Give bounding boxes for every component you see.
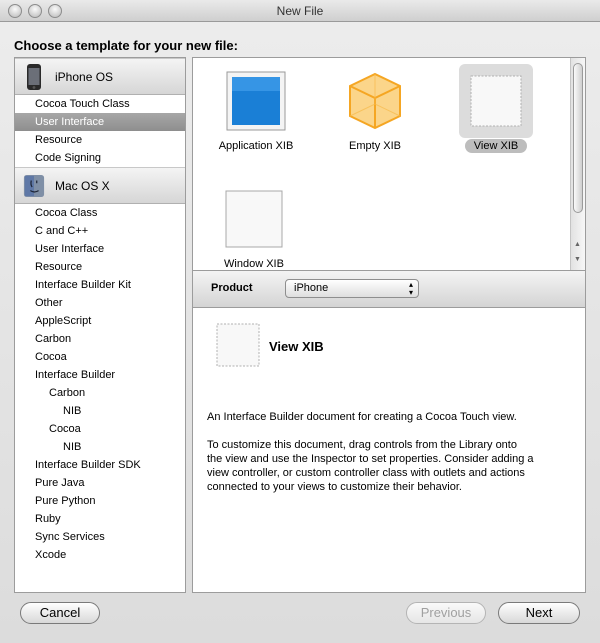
list-item[interactable]: Carbon bbox=[15, 384, 185, 402]
description-title: View XIB bbox=[269, 339, 324, 354]
tile-label-text: View XIB bbox=[464, 139, 528, 153]
description-line: view controller, or custom controller cl… bbox=[207, 467, 525, 479]
list-item[interactable]: C and C++ bbox=[15, 222, 185, 240]
window-body: Choose a template for your new file: iPh… bbox=[0, 22, 600, 643]
group-iphone-os[interactable]: iPhone OS bbox=[15, 58, 185, 95]
cancel-button[interactable]: Cancel bbox=[20, 602, 100, 624]
scroll-up-arrow-icon[interactable]: ▲ bbox=[574, 241, 581, 248]
description-line: connected to your views to customize the… bbox=[207, 481, 462, 493]
group-mac-os-x[interactable]: Mac OS X bbox=[15, 167, 185, 204]
list-item-selected[interactable]: User Interface bbox=[15, 113, 185, 131]
mac-os-x-icon bbox=[23, 172, 45, 200]
empty-xib-icon bbox=[344, 70, 406, 132]
tile-label: Application XIB bbox=[218, 140, 294, 152]
vertical-scrollbar[interactable]: ▲ ▼ bbox=[570, 58, 585, 270]
group-label: iPhone OS bbox=[55, 69, 114, 84]
application-xib-icon bbox=[225, 70, 287, 132]
product-select[interactable]: iPhone ▴ ▾ bbox=[285, 279, 419, 298]
category-list[interactable]: iPhone OS Cocoa Touch Class User Interfa… bbox=[14, 57, 186, 593]
list-item[interactable]: Cocoa bbox=[15, 348, 185, 366]
product-select-value: iPhone bbox=[294, 282, 329, 294]
list-item[interactable]: Cocoa bbox=[15, 420, 185, 438]
window-title: New File bbox=[276, 4, 324, 18]
chevron-up-down-icon: ▴ ▾ bbox=[408, 280, 413, 297]
description-summary: An Interface Builder document for creati… bbox=[207, 411, 517, 423]
list-item[interactable]: Interface Builder bbox=[15, 366, 185, 384]
group-label: Mac OS X bbox=[55, 178, 110, 193]
list-item[interactable]: Cocoa Touch Class bbox=[15, 95, 185, 113]
description-line: the view and use the Inspector to set pr… bbox=[207, 453, 534, 465]
list-item[interactable]: Other bbox=[15, 294, 185, 312]
template-grid: Application XIB Empty XIB View XIB Windo… bbox=[192, 57, 586, 270]
list-item[interactable]: AppleScript bbox=[15, 312, 185, 330]
list-item[interactable]: Ruby bbox=[15, 510, 185, 528]
list-item[interactable]: Sync Services bbox=[15, 528, 185, 546]
list-item[interactable]: Xcode bbox=[15, 546, 185, 564]
list-item[interactable]: Carbon bbox=[15, 330, 185, 348]
tile-label: Window XIB bbox=[224, 258, 284, 270]
product-label: Product bbox=[211, 282, 253, 294]
list-item[interactable]: NIB bbox=[15, 438, 185, 456]
list-item[interactable]: Interface Builder Kit bbox=[15, 276, 185, 294]
window-xib-icon bbox=[223, 188, 285, 250]
tile-label: Empty XIB bbox=[349, 140, 401, 152]
list-item[interactable]: Interface Builder SDK bbox=[15, 456, 185, 474]
list-item[interactable]: NIB bbox=[15, 402, 185, 420]
list-item[interactable]: Code Signing bbox=[15, 149, 185, 167]
list-item[interactable]: Pure Python bbox=[15, 492, 185, 510]
template-application-xib[interactable]: Application XIB bbox=[201, 64, 311, 164]
list-item[interactable]: Resource bbox=[15, 131, 185, 149]
template-empty-xib[interactable]: Empty XIB bbox=[320, 64, 430, 164]
template-view-xib[interactable]: View XIB bbox=[441, 64, 551, 164]
list-item[interactable]: Cocoa Class bbox=[15, 204, 185, 222]
scroll-thumb[interactable] bbox=[573, 63, 583, 213]
list-item[interactable]: Pure Java bbox=[15, 474, 185, 492]
template-window-xib[interactable]: Window XIB bbox=[199, 182, 309, 270]
product-bar: Product iPhone ▴ ▾ bbox=[192, 270, 586, 308]
title-bar: New File bbox=[0, 0, 600, 22]
tile-label: View XIB bbox=[441, 139, 551, 153]
description-line: To customize this document, drag control… bbox=[207, 439, 517, 451]
description-panel: View XIB An Interface Builder document f… bbox=[192, 308, 586, 593]
scroll-down-arrow-icon[interactable]: ▼ bbox=[574, 256, 581, 263]
previous-button[interactable]: Previous bbox=[406, 602, 486, 624]
next-button[interactable]: Next bbox=[498, 602, 580, 624]
view-xib-icon bbox=[465, 70, 527, 132]
list-item[interactable]: Resource bbox=[15, 258, 185, 276]
list-item[interactable]: User Interface bbox=[15, 240, 185, 258]
iphone-icon bbox=[23, 63, 45, 91]
view-xib-icon bbox=[215, 322, 261, 368]
page-title: Choose a template for your new file: bbox=[14, 38, 238, 53]
